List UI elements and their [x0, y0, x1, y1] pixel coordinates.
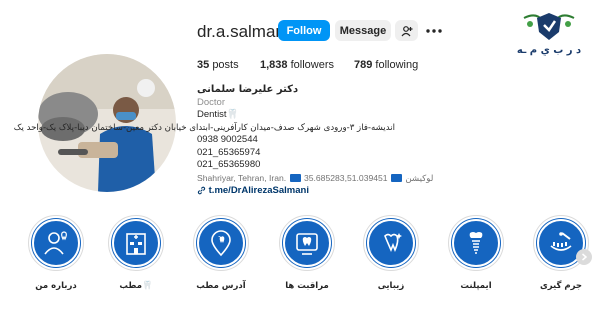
implant-icon: [469, 232, 483, 254]
highlight-implant[interactable]: ایمپلنت: [438, 215, 514, 291]
location-badge-icon: [289, 174, 301, 183]
sparkle-tooth-icon: [384, 233, 402, 253]
bio-phone-2: 021_65365974: [197, 146, 261, 158]
logo-text: د ر ب ي م ـه: [516, 45, 582, 56]
profile-username: dr.a.salmani: [197, 22, 289, 41]
highlight-label: مطب🦷: [119, 281, 153, 291]
location-coordinates: 35.685283,51.039451: [303, 172, 388, 183]
highlights-next-button[interactable]: [576, 249, 592, 265]
coordinates-badge-icon: [390, 174, 402, 183]
following-label: following: [375, 59, 419, 71]
follow-button[interactable]: Follow: [278, 20, 330, 41]
highlight-label: ایمپلنت: [460, 281, 492, 291]
bio-location: Shahriyar, Tehran, Iran. لوکیشن 35.68528…: [197, 172, 537, 186]
location-text: Shahriyar, Tehran, Iran.: [197, 172, 287, 183]
highlight-care[interactable]: مراقبت ها: [269, 215, 345, 291]
followers-label: followers: [290, 59, 334, 71]
more-horizontal-icon: [426, 28, 442, 33]
highlight-label: مراقبت ها: [285, 281, 329, 291]
bio-phone-3: 021_65365980: [197, 159, 261, 170]
highlight-label: آدرس مطب: [196, 281, 246, 291]
scaling-icon: [550, 232, 572, 251]
person-tooth-icon: [44, 231, 67, 255]
profile-bio: دکتر علیرضا سلمانی Doctor Dentist🦷 اندیش…: [14, 84, 537, 198]
tooth-care-icon: [296, 233, 318, 255]
location-label: لوکیشن: [405, 173, 434, 184]
highlight-cosmetic[interactable]: زیبایی: [353, 215, 429, 291]
following-stat[interactable]: 789 following: [354, 59, 418, 71]
bio-line-dentist: Dentist🦷: [197, 109, 239, 120]
person-add-icon: [401, 25, 412, 36]
story-highlights: درباره من مطب🦷 آدرس مطب مراقبت ها زیبایی…: [0, 215, 600, 305]
bio-phone-1: 0938 9002544: [197, 134, 258, 145]
highlight-clinic[interactable]: مطب🦷: [98, 215, 174, 291]
brand-logo: د ر ب ي م ـه: [514, 10, 584, 56]
following-count: 789: [354, 59, 373, 71]
posts-stat: 35 posts: [197, 59, 239, 71]
posts-label: posts: [212, 59, 239, 71]
suggested-accounts-button[interactable]: [395, 20, 418, 41]
highlight-label: درباره من: [35, 281, 77, 291]
followers-stat[interactable]: 1,838 followers: [260, 59, 334, 71]
full-name: دکتر علیرضا سلمانی: [197, 84, 299, 95]
clinic-building-icon: [126, 233, 146, 255]
bio-link[interactable]: t.me/DrAlirezaSalmani: [197, 185, 537, 198]
highlight-clinic-address[interactable]: آدرس مطب: [183, 215, 259, 291]
message-button[interactable]: Message: [335, 20, 391, 41]
highlight-label: جرم گیری: [539, 281, 583, 291]
link-icon: [197, 186, 206, 195]
followers-count: 1,838: [260, 59, 288, 71]
highlight-about-me[interactable]: درباره من: [18, 215, 94, 291]
highlight-label: زیبایی: [377, 281, 405, 291]
chevron-right-icon: [581, 253, 587, 261]
posts-count: 35: [197, 59, 210, 71]
category-label: Doctor: [197, 96, 225, 108]
shield-logo-icon: [523, 13, 575, 40]
location-pin-icon: [211, 230, 231, 257]
more-options-button[interactable]: [425, 20, 443, 41]
bio-address: اندیشه-فاز ۳-ورودی شهرک صدف-میدان کارآفر…: [13, 122, 395, 133]
bio-link-text[interactable]: t.me/DrAlirezaSalmani: [209, 185, 309, 196]
